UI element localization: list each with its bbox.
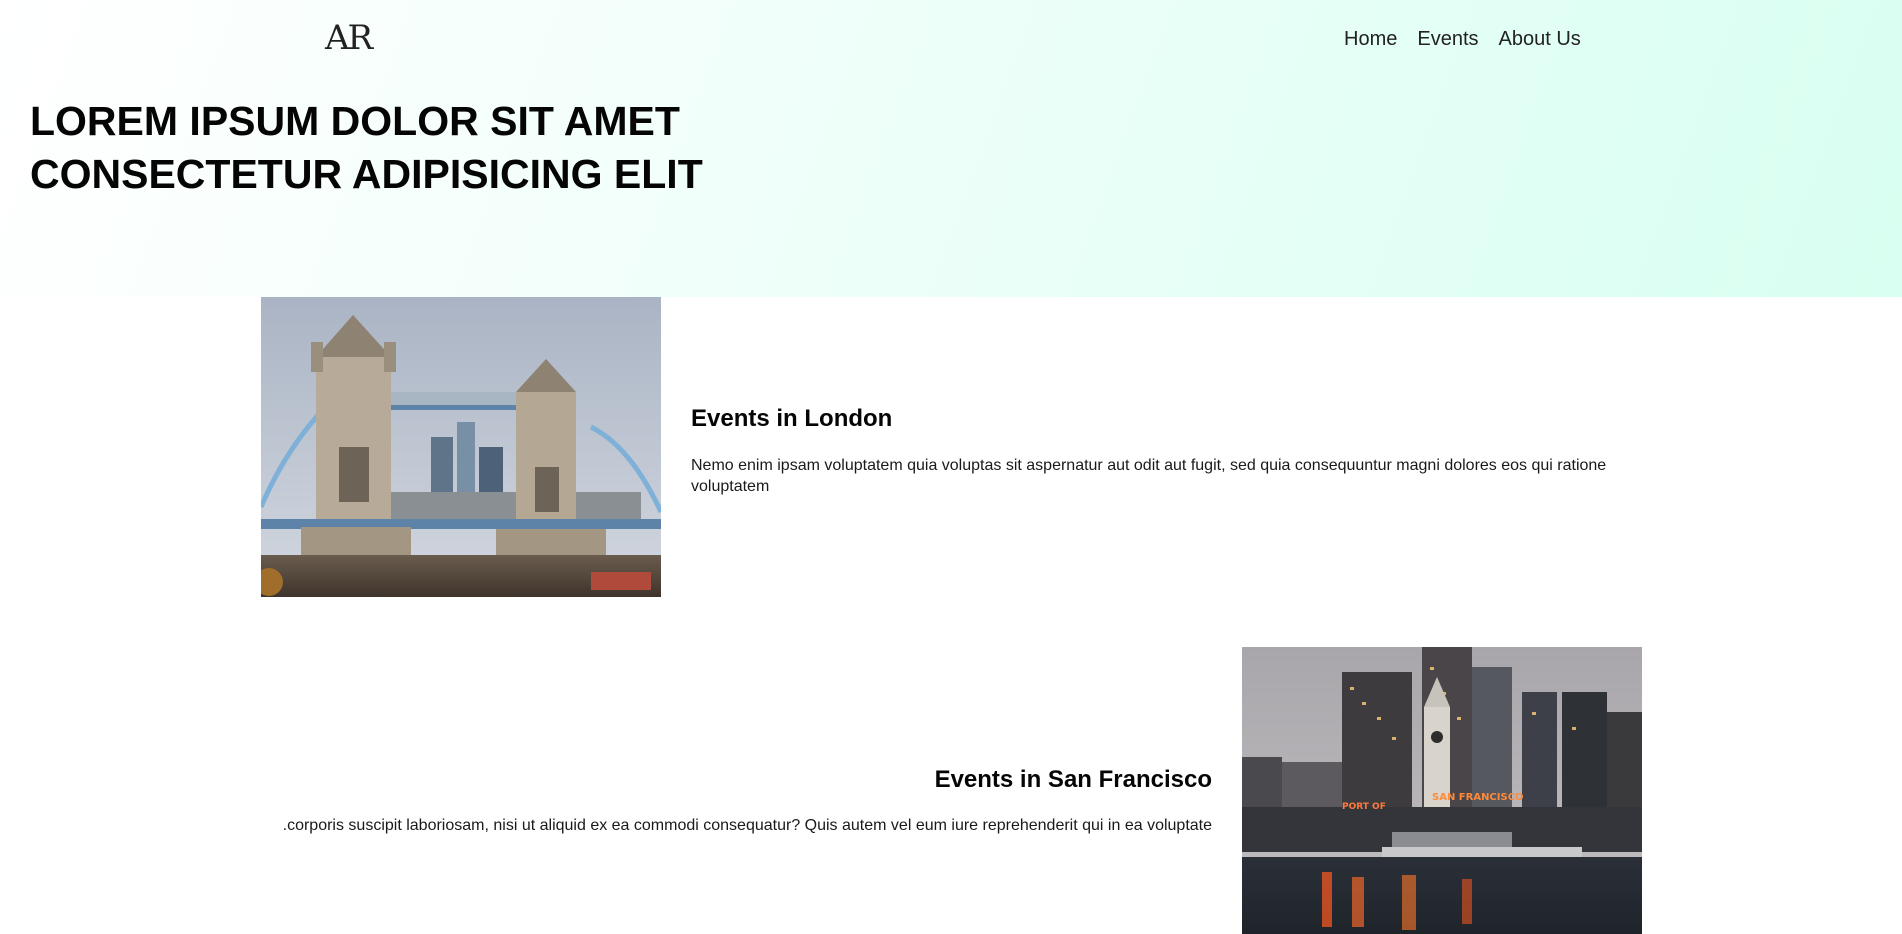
site-logo[interactable]: AR: [325, 18, 373, 58]
nav-events-link[interactable]: Events: [1417, 28, 1478, 51]
sf-sign-port: PORT OF: [1342, 802, 1386, 812]
london-event-title: Events in London: [691, 405, 893, 432]
nav-about-link[interactable]: About Us: [1499, 28, 1581, 51]
sf-event-description: .corporis suscipit laboriosam, nisi ut a…: [282, 817, 1212, 834]
sf-sign: SAN FRANCISCO: [1432, 792, 1524, 803]
sf-event-title: Events in San Francisco: [934, 766, 1212, 793]
hero-title: LOREM IPSUM DOLOR SIT AMET CONSECTETUR A…: [30, 98, 703, 197]
san-francisco-image: PORT OF SAN FRANCISCO: [1242, 647, 1642, 934]
main-nav: Home Events About Us: [1344, 28, 1581, 51]
nav-home-link[interactable]: Home: [1344, 28, 1397, 51]
hero-banner: AR Home Events About Us LOREM IPSUM DOLO…: [0, 0, 1902, 297]
london-image: [261, 297, 661, 597]
london-event-description: Nemo enim ipsam voluptatem quia voluptas…: [691, 457, 1607, 495]
